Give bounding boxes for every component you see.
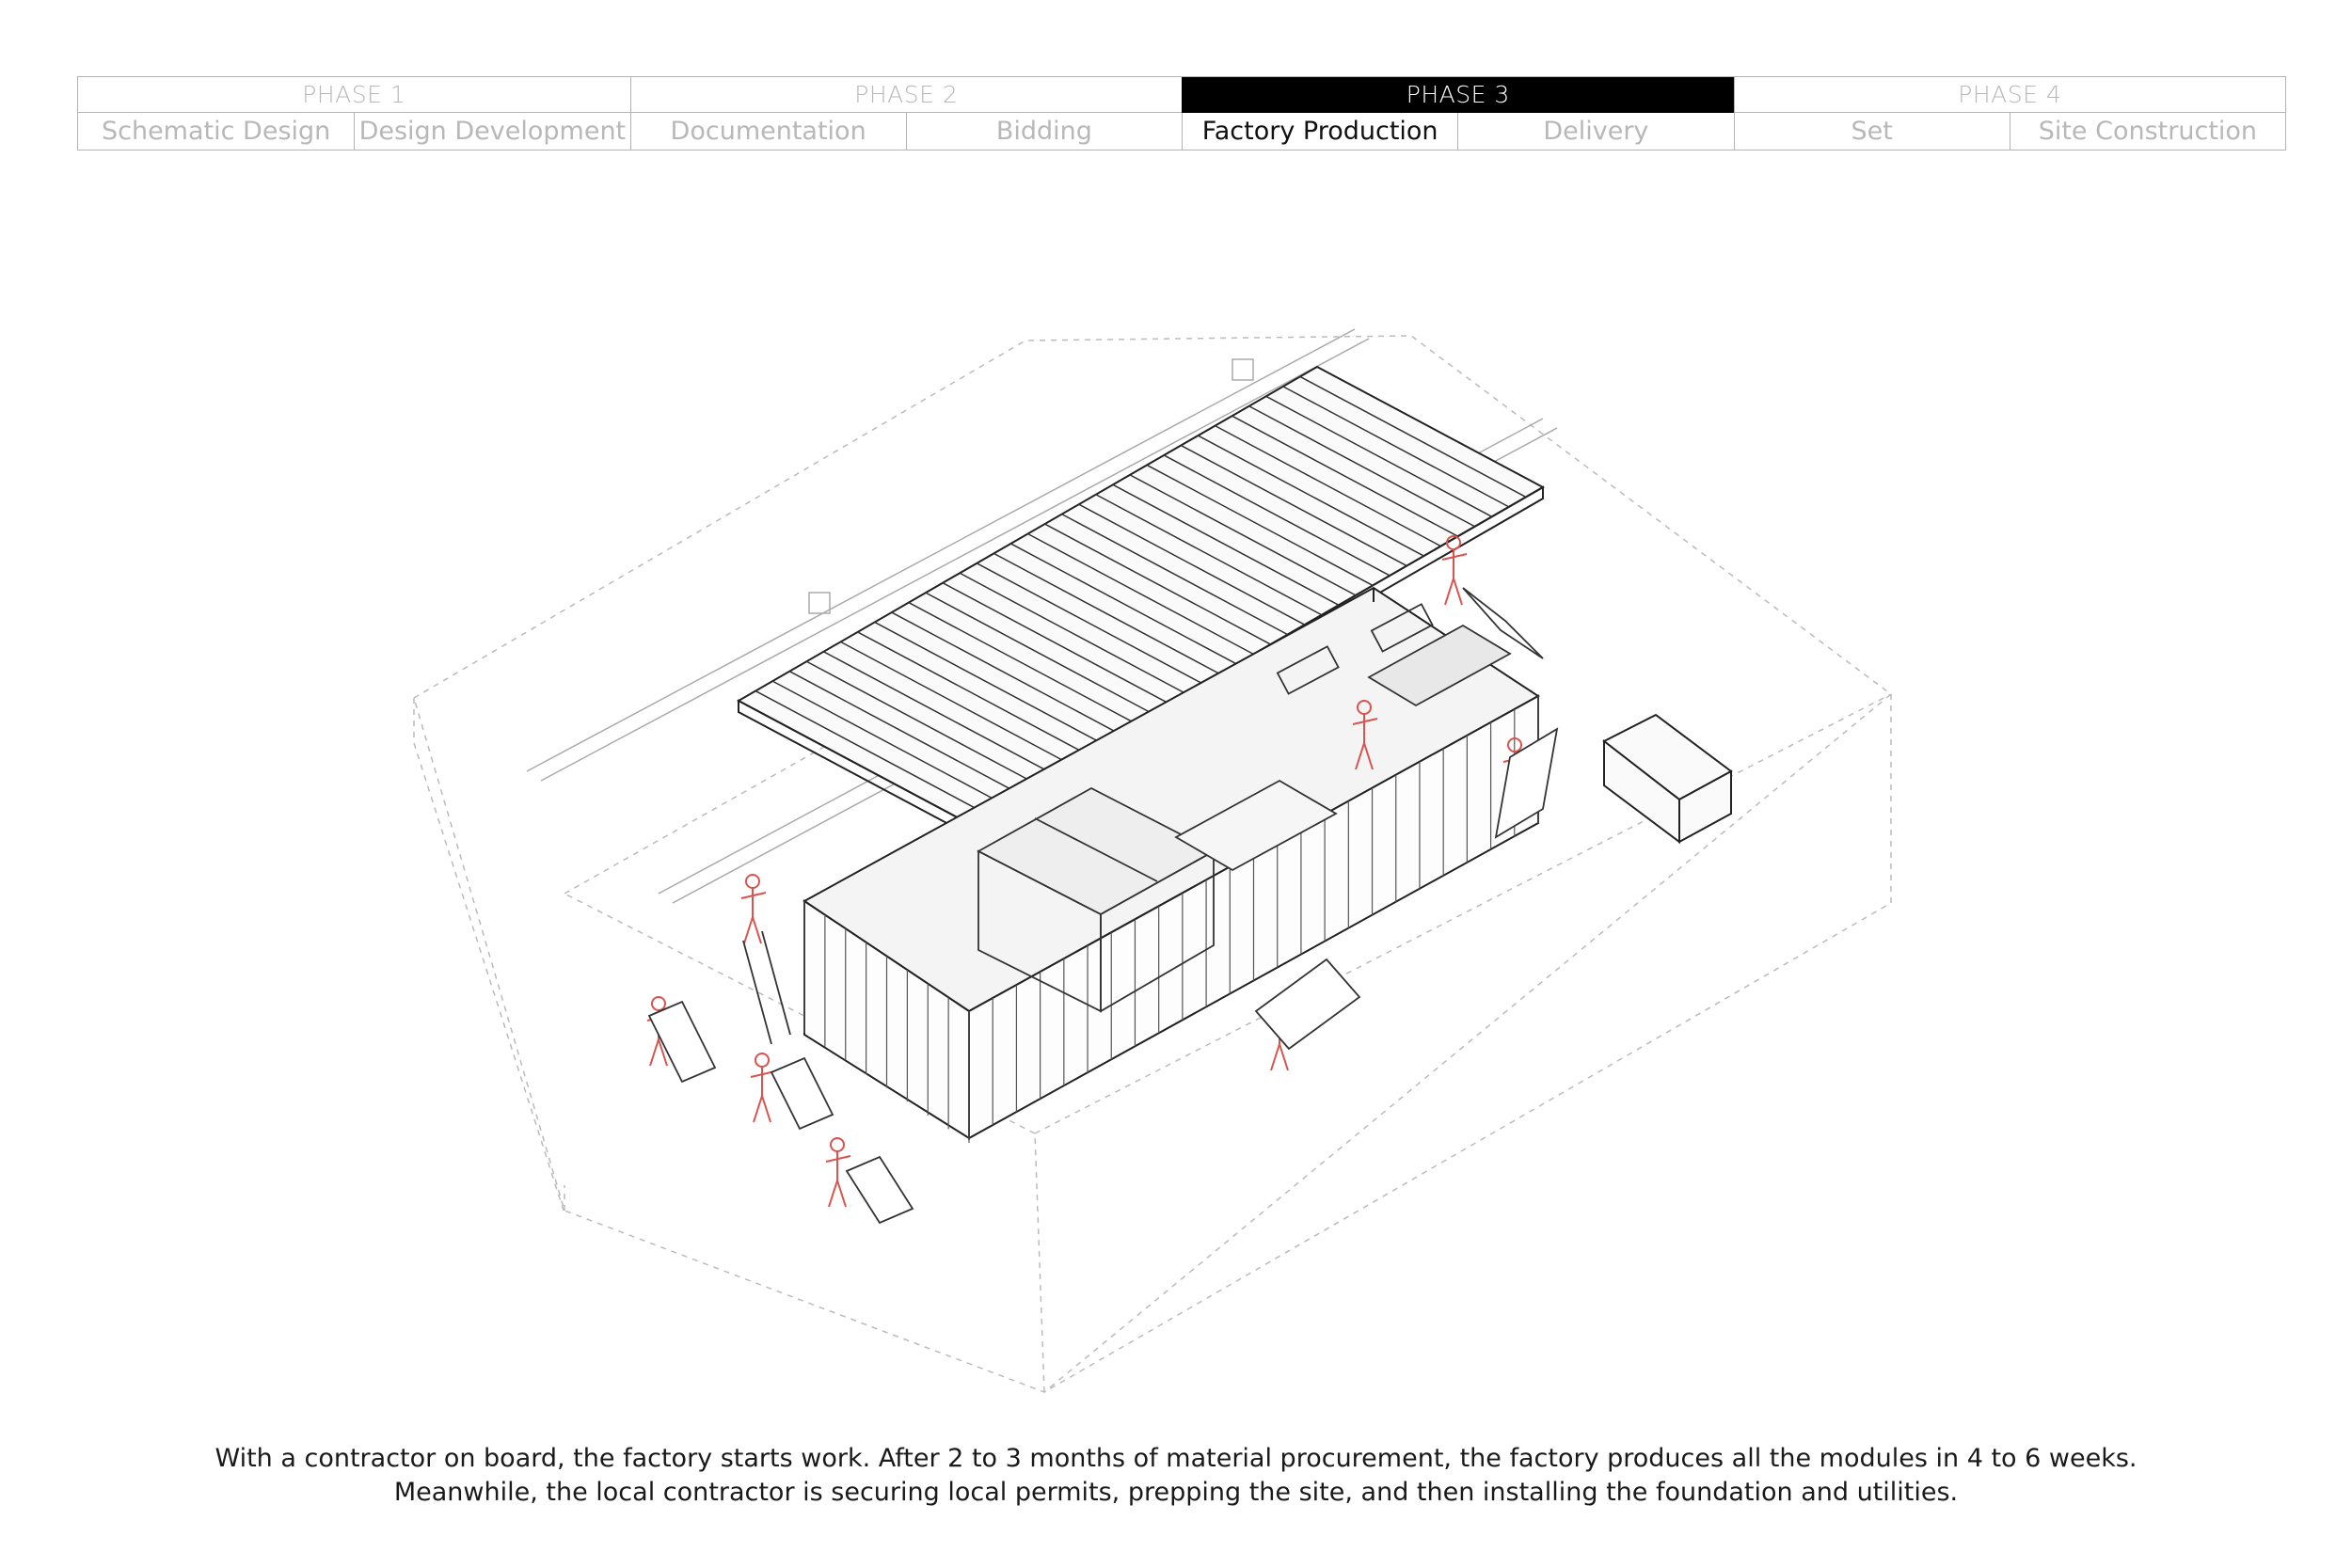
material-crate	[1602, 713, 1733, 844]
caption-line-2: Meanwhile, the local contractor is secur…	[393, 1478, 1959, 1507]
caption-line-1: With a contractor on board, the factory …	[215, 1444, 2137, 1473]
caption: With a contractor on board, the factory …	[0, 1442, 2352, 1510]
worker-figure	[750, 1053, 776, 1123]
worker-figure	[1441, 535, 1468, 606]
factory-production-axonometric	[413, 328, 1893, 1393]
